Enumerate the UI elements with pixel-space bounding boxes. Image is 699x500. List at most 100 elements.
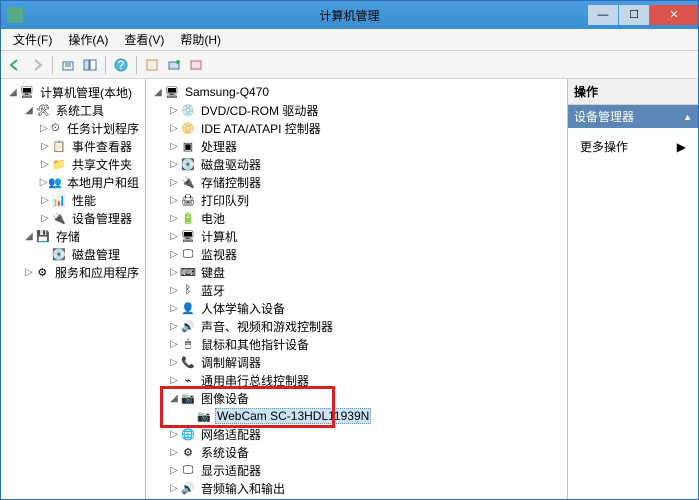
device-category[interactable]: ▷🔊声音、视频和游戏控制器 [166,317,565,335]
device-category[interactable]: ▷🖥计算机 [166,227,565,245]
tree-item[interactable]: ▷👤人体学输入设备 [166,299,565,317]
device-category[interactable]: ▷🖵显示适配器 [166,461,565,479]
twisty-icon[interactable]: ▷ [168,123,180,134]
tree-item[interactable]: ▷⚙系统设备 [166,443,565,461]
twisty-icon[interactable]: ▷ [168,105,180,116]
tree-item[interactable]: ▷🔌存储控制器 [166,173,565,191]
device-root[interactable]: ◢🖥Samsung-Q470 [150,83,565,101]
menu-action[interactable]: 操作(A) [60,29,116,50]
left-group[interactable]: ◢💾存储 [21,227,143,245]
tree-item[interactable]: ▷💽磁盘驱动器 [166,155,565,173]
left-group[interactable]: ◢🛠系统工具 [21,101,143,119]
twisty-icon[interactable]: ▷ [168,465,180,476]
twisty-icon[interactable]: ▷ [168,177,180,188]
tree-item[interactable]: ▷📀IDE ATA/ATAPI 控制器 [166,119,565,137]
twisty-icon[interactable]: ▷ [168,321,180,332]
device-category[interactable]: ▷ᛒ蓝牙 [166,281,565,299]
tree-item[interactable]: ◢🛠系统工具▷⏲任务计划程序▷📋事件查看器▷📁共享文件夹▷👥本地用户和组▷📊性能… [21,101,143,227]
twisty-icon[interactable]: ▷ [168,159,180,170]
twisty-icon[interactable]: ▷ [168,483,180,494]
twisty-icon[interactable]: ▷ [168,141,180,152]
device-category[interactable]: ▷🔋电池 [166,209,565,227]
tree-item[interactable]: ▷🌐网络适配器 [166,425,565,443]
device-category[interactable]: ▷🖱鼠标和其他指针设备 [166,335,565,353]
left-item[interactable]: ▷⏲任务计划程序 [37,119,143,137]
device-category[interactable]: ▷⌁通用串行总线控制器 [166,371,565,389]
left-item[interactable]: ▷📋事件查看器 [37,137,143,155]
twisty-icon[interactable]: ▷ [168,339,180,350]
tree-item[interactable]: ▷📊性能 [37,191,143,209]
left-item[interactable]: ▷📊性能 [37,191,143,209]
tree-item[interactable]: ▷🖨打印队列 [166,191,565,209]
menu-file[interactable]: 文件(F) [5,29,60,50]
twisty-icon[interactable]: ▷ [39,195,51,206]
twisty-icon[interactable]: ▷ [39,177,48,188]
tree-item[interactable]: ▷📞调制解调器 [166,353,565,371]
twisty-icon[interactable]: ◢ [23,105,35,116]
twisty-icon[interactable]: ▷ [168,267,180,278]
device-category[interactable]: ▷💿DVD/CD-ROM 驱动器 [166,101,565,119]
twisty-icon[interactable]: ◢ [23,231,35,242]
device-category[interactable]: ▷📞调制解调器 [166,353,565,371]
tree-item[interactable]: ▷⚙服务和应用程序 [21,263,143,281]
refresh-button[interactable] [186,55,206,75]
tree-item[interactable]: ◢💾存储💽磁盘管理 [21,227,143,263]
twisty-icon[interactable]: ▷ [168,249,180,260]
tree-item[interactable]: ▷🔋电池 [166,209,565,227]
device-category[interactable]: ▷▣处理器 [166,137,565,155]
twisty-icon[interactable]: ▷ [168,447,180,458]
show-hide-tree-button[interactable] [80,55,100,75]
imaging-devices[interactable]: ◢📷图像设备 [166,389,565,407]
twisty-icon[interactable]: ▷ [168,213,180,224]
minimize-button[interactable]: — [588,5,618,25]
tree-item[interactable]: ▷💿DVD/CD-ROM 驱动器 [166,101,565,119]
tree-item[interactable]: ▷ᛒ蓝牙 [166,281,565,299]
tree-item[interactable]: ▷🖱鼠标和其他指针设备 [166,335,565,353]
back-button[interactable] [5,55,25,75]
twisty-icon[interactable]: ▷ [168,285,180,296]
twisty-icon[interactable]: ▷ [168,303,180,314]
twisty-icon[interactable]: ▷ [39,141,51,152]
tree-item[interactable]: ▷▣处理器 [166,137,565,155]
help-button[interactable]: ? [111,55,131,75]
twisty-icon[interactable]: ◢ [168,393,180,404]
tree-item[interactable]: ▷📋事件查看器 [37,137,143,155]
properties-button[interactable] [142,55,162,75]
tree-item[interactable]: ▷⌨键盘 [166,263,565,281]
left-item[interactable]: ▷📁共享文件夹 [37,155,143,173]
menu-help[interactable]: 帮助(H) [172,29,229,50]
device-category[interactable]: ▷👤人体学输入设备 [166,299,565,317]
device-category[interactable]: ▷🔌存储控制器 [166,173,565,191]
tree-item[interactable]: ▷⌁通用串行总线控制器 [166,371,565,389]
twisty-icon[interactable]: ▷ [168,357,180,368]
left-group[interactable]: ▷⚙服务和应用程序 [21,263,143,281]
tree-item[interactable]: ◢🖥计算机管理(本地)◢🛠系统工具▷⏲任务计划程序▷📋事件查看器▷📁共享文件夹▷… [5,83,143,281]
left-item[interactable]: ▷🔌设备管理器 [37,209,143,227]
tree-item[interactable]: ▷🔊音频输入和输出 [166,479,565,497]
tree-item[interactable]: ▷👥本地用户和组 [37,173,143,191]
device-category[interactable]: ▷🌐网络适配器 [166,425,565,443]
device-category[interactable]: ▷🖵监视器 [166,245,565,263]
maximize-button[interactable]: ☐ [619,5,649,25]
menu-view[interactable]: 查看(V) [116,29,172,50]
more-actions[interactable]: 更多操作 ▶ [574,134,692,159]
up-button[interactable] [58,55,78,75]
device-category[interactable]: ▷⌨键盘 [166,263,565,281]
tree-item[interactable]: ▷🖥计算机 [166,227,565,245]
scan-button[interactable] [164,55,184,75]
twisty-icon[interactable]: ▷ [168,231,180,242]
forward-button[interactable] [27,55,47,75]
tree-item[interactable]: ◢🖥Samsung-Q470▷💿DVD/CD-ROM 驱动器▷📀IDE ATA/… [150,83,565,497]
tree-item[interactable]: ◢📷图像设备📷WebCam SC-13HDL11939N [166,389,565,425]
tree-item[interactable]: ▷🔌设备管理器 [37,209,143,227]
tree-item[interactable]: ▷🖵显示适配器 [166,461,565,479]
twisty-icon[interactable]: ▷ [168,375,180,386]
device-category[interactable]: ▷📀IDE ATA/ATAPI 控制器 [166,119,565,137]
device-category[interactable]: ▷🖨打印队列 [166,191,565,209]
device-category[interactable]: ▷⚙系统设备 [166,443,565,461]
twisty-icon[interactable]: ▷ [168,429,180,440]
tree-item[interactable]: ▷📁共享文件夹 [37,155,143,173]
twisty-icon[interactable]: ▷ [23,267,35,278]
twisty-icon[interactable]: ◢ [7,87,19,98]
twisty-icon[interactable]: ▷ [168,195,180,206]
